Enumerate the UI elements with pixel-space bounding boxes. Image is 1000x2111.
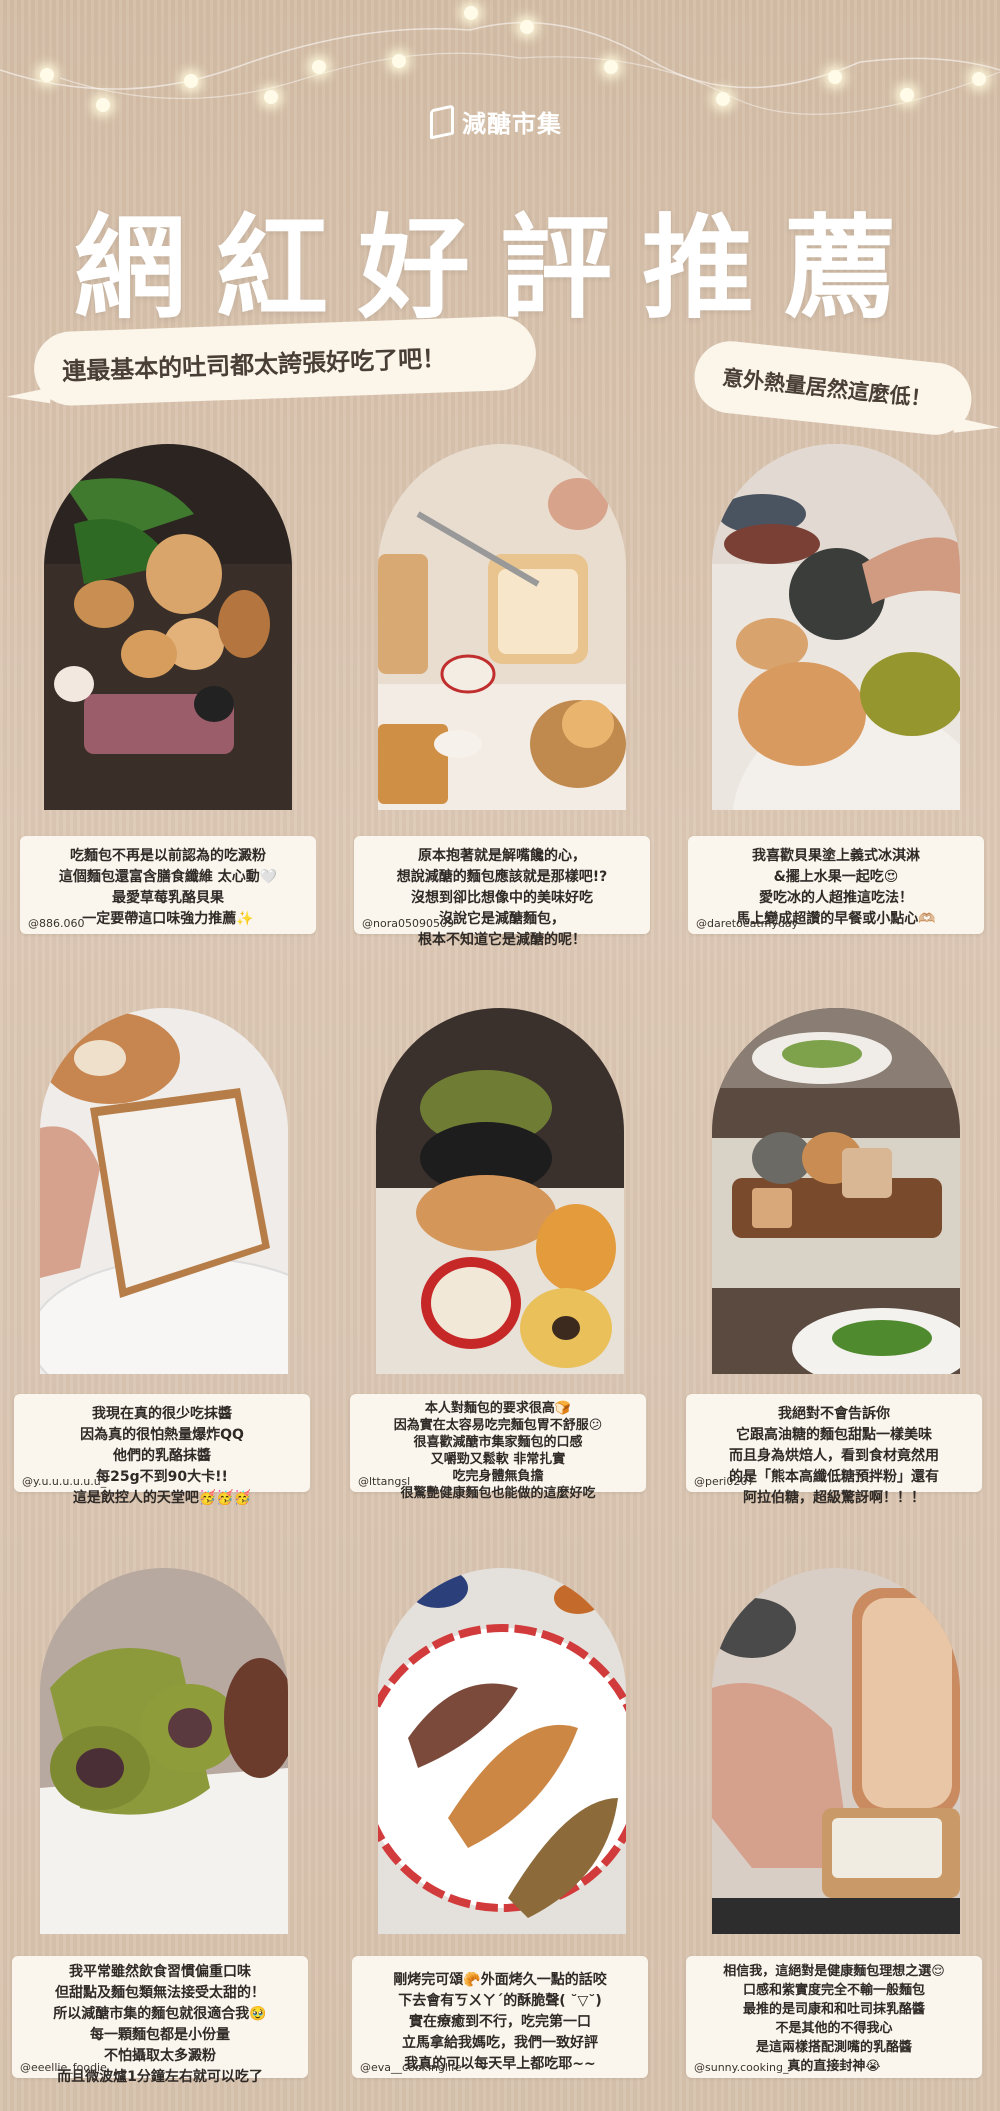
product-photo (44, 444, 292, 810)
light-bulb (972, 72, 986, 86)
review-card: 我平常雖然飲食習慣偏重口味 但甜點及麵包類無法接受太甜的！ 所以減醣市集的麵包就… (12, 1568, 310, 2108)
review-line: 因為實在太容易吃完麵包胃不舒服😕 (393, 1418, 603, 1433)
review-line: 這個麵包還富含膳食纖維 太心動🤍 (58, 869, 278, 885)
review-line: 本人對麵包的要求很高🍞 (424, 1401, 572, 1416)
product-photo (712, 1008, 960, 1374)
brand-logo: 減醣市集 (430, 103, 562, 140)
review-note: 本人對麵包的要求很高🍞 因為實在太容易吃完麵包胃不舒服😕 很喜歡減醣市集家麵包的… (350, 1394, 646, 1501)
reviewer-handle[interactable]: @daretoeatmyday (696, 917, 798, 930)
review-line: 每一顆麵包都是小份量 (90, 2027, 230, 2043)
review-line: 他們的乳酪抹醬 (113, 1448, 211, 1464)
product-photo (378, 444, 626, 810)
product-photo (40, 1008, 288, 1374)
reviewer-handle[interactable]: @sunny.cooking_ (694, 2061, 788, 2074)
review-line: &擺上水果一起吃😍 (773, 869, 899, 885)
review-card: 我喜歡貝果塗上義式冰淇淋 &擺上水果一起吃😍 愛吃冰的人超推這吃法！ 馬上變成超… (688, 444, 986, 974)
reviewer-handle[interactable]: @nora05090509 (362, 917, 454, 930)
review-line: 最推的是司康和和吐司抹乳酪醬 (742, 2002, 925, 2017)
review-line: 最愛草莓乳酪貝果 (112, 890, 224, 906)
brand-name: 減醣市集 (462, 110, 562, 138)
review-line: 實在療癒到不行，吃完第一口 (409, 2014, 591, 2030)
light-bulb (184, 74, 198, 88)
review-card: 我現在真的很少吃抹醬 因為真的很怕熱量爆炸QQ 他們的乳酪抹醬 每25g不到90… (14, 1008, 312, 1534)
review-line: 不是其他的不得我心 (775, 2021, 893, 2036)
review-line: 而且身為烘焙人，看到食材竟然用 (729, 1448, 939, 1464)
review-line: 是這兩樣搭配測嘴的乳酪醬 (755, 2040, 912, 2055)
review-note: 我現在真的很少吃抹醬 因為真的很怕熱量爆炸QQ 他們的乳酪抹醬 每25g不到90… (14, 1394, 310, 1506)
light-bulb (464, 6, 478, 20)
review-note: 吃麵包不再是以前認為的吃澱粉 這個麵包還富含膳食纖維 太心動🤍 最愛草莓乳酪貝果… (20, 836, 316, 934)
review-line: 又嚼勁又鬆軟 非常扎實 (430, 1452, 566, 1467)
reviewer-handle[interactable]: @eeellie_foodie (20, 2061, 107, 2074)
review-line: 剛烤完可頌🥐外面烤久一點的話咬 (393, 1972, 607, 1988)
review-note: 相信我，這絕對是健康麵包理想之選😌 口感和紫實度完全不輸一般麵包 最推的是司康和… (686, 1956, 982, 2078)
review-card: 原本抱著就是解嘴饞的心， 想說減醣的麵包應該就是那樣吧!? 沒想到卻比想像中的美… (354, 444, 652, 974)
review-line: 想說減醣的麵包應該就是那樣吧!? (396, 869, 608, 885)
review-line: 我平常雖然飲食習慣偏重口味 (69, 1964, 251, 1980)
review-card: 相信我，這絕對是健康麵包理想之選😌 口感和紫實度完全不輸一般麵包 最推的是司康和… (686, 1568, 984, 2108)
product-photo (376, 1008, 624, 1374)
light-bulb (604, 60, 618, 74)
review-line: 我喜歡貝果塗上義式冰淇淋 (752, 848, 920, 864)
reviewer-handle[interactable]: @peri0207 (694, 1475, 754, 1488)
light-bulb (828, 70, 842, 84)
review-note: 我喜歡貝果塗上義式冰淇淋 &擺上水果一起吃😍 愛吃冰的人超推這吃法！ 馬上變成超… (688, 836, 984, 934)
review-line: 根本不知道它是減醣的呢！ (418, 932, 586, 948)
review-line: 阿拉伯糖，超級驚訝啊！！！ (743, 1490, 925, 1506)
review-line: 立馬拿給我媽吃，我們一致好評 (402, 2035, 598, 2051)
reviewer-handle[interactable]: @lttangsl (358, 1475, 410, 1488)
review-card: 吃麵包不再是以前認為的吃澱粉 這個麵包還富含膳食纖維 太心動🤍 最愛草莓乳酪貝果… (20, 444, 318, 974)
logo-icon (430, 103, 454, 140)
light-bulb (264, 90, 278, 104)
review-line: 沒想到卻比想像中的美味好吃 (411, 890, 593, 906)
light-bulb (716, 92, 730, 106)
product-photo (40, 1568, 288, 1934)
product-photo (712, 444, 960, 810)
light-bulb (40, 68, 54, 82)
product-photo (712, 1568, 960, 1934)
review-line: 我絕對不會告訴你 (778, 1406, 890, 1422)
product-photo (378, 1568, 626, 1934)
review-note: 我絕對不會告訴你 它跟高油糖的麵包甜點一樣美味 而且身為烘焙人，看到食材竟然用 … (686, 1394, 982, 1506)
review-line: 所以減醣市集的麵包就很適合我🥹 (53, 2006, 267, 2022)
light-bulb (96, 98, 110, 112)
review-note: 剛烤完可頌🥐外面烤久一點的話咬 下去會有ㄎㄨㄚˊ的酥脆聲( ˘▽˘) 實在療癒到… (352, 1956, 648, 2078)
review-line: 很喜歡減醣市集家麵包的口感 (413, 1435, 583, 1450)
review-line: 但甜點及麵包類無法接受太甜的！ (55, 1985, 265, 2001)
reviewer-handle[interactable]: @y.u.u.u.u.u.u_ (22, 1475, 106, 1488)
review-line: 因為真的很怕熱量爆炸QQ (80, 1427, 244, 1443)
review-line: 愛吃冰的人超推這吃法！ (759, 890, 913, 906)
review-note: 原本抱著就是解嘴饞的心， 想說減醣的麵包應該就是那樣吧!? 沒想到卻比想像中的美… (354, 836, 650, 948)
light-bulb (312, 60, 326, 74)
reviewer-handle[interactable]: @eva__cookinglife (360, 2061, 462, 2074)
review-line: 口感和紫實度完全不輸一般麵包 (742, 1983, 925, 1998)
review-line: 相信我，這絕對是健康麵包理想之選😌 (723, 1964, 945, 1979)
review-card: 本人對麵包的要求很高🍞 因為實在太容易吃完麵包胃不舒服😕 很喜歡減醣市集家麵包的… (350, 1008, 648, 1534)
review-card: 剛烤完可頌🥐外面烤久一點的話咬 下去會有ㄎㄨㄚˊ的酥脆聲( ˘▽˘) 實在療癒到… (352, 1568, 650, 2108)
review-line: 下去會有ㄎㄨㄚˊ的酥脆聲( ˘▽˘) (398, 1993, 602, 2009)
review-line: 吃麵包不再是以前認為的吃澱粉 (70, 848, 266, 864)
review-line: 它跟高油糖的麵包甜點一樣美味 (736, 1427, 932, 1443)
review-line: 這是飲控人的天堂吧🥳🥳🥳 (72, 1490, 252, 1506)
string-lights (0, 21, 1000, 115)
review-note: 我平常雖然飲食習慣偏重口味 但甜點及麵包類無法接受太甜的！ 所以減醣市集的麵包就… (12, 1956, 308, 2085)
review-line: 原本抱著就是解嘴饞的心， (418, 848, 586, 864)
light-bulb (520, 20, 534, 34)
review-card: 我絕對不會告訴你 它跟高油糖的麵包甜點一樣美味 而且身為烘焙人，看到食材竟然用 … (686, 1008, 984, 1534)
reviewer-handle[interactable]: @886.060 (28, 917, 85, 930)
light-bulb (392, 54, 406, 68)
review-line: 我現在真的很少吃抹醬 (92, 1406, 232, 1422)
light-bulb (900, 88, 914, 102)
